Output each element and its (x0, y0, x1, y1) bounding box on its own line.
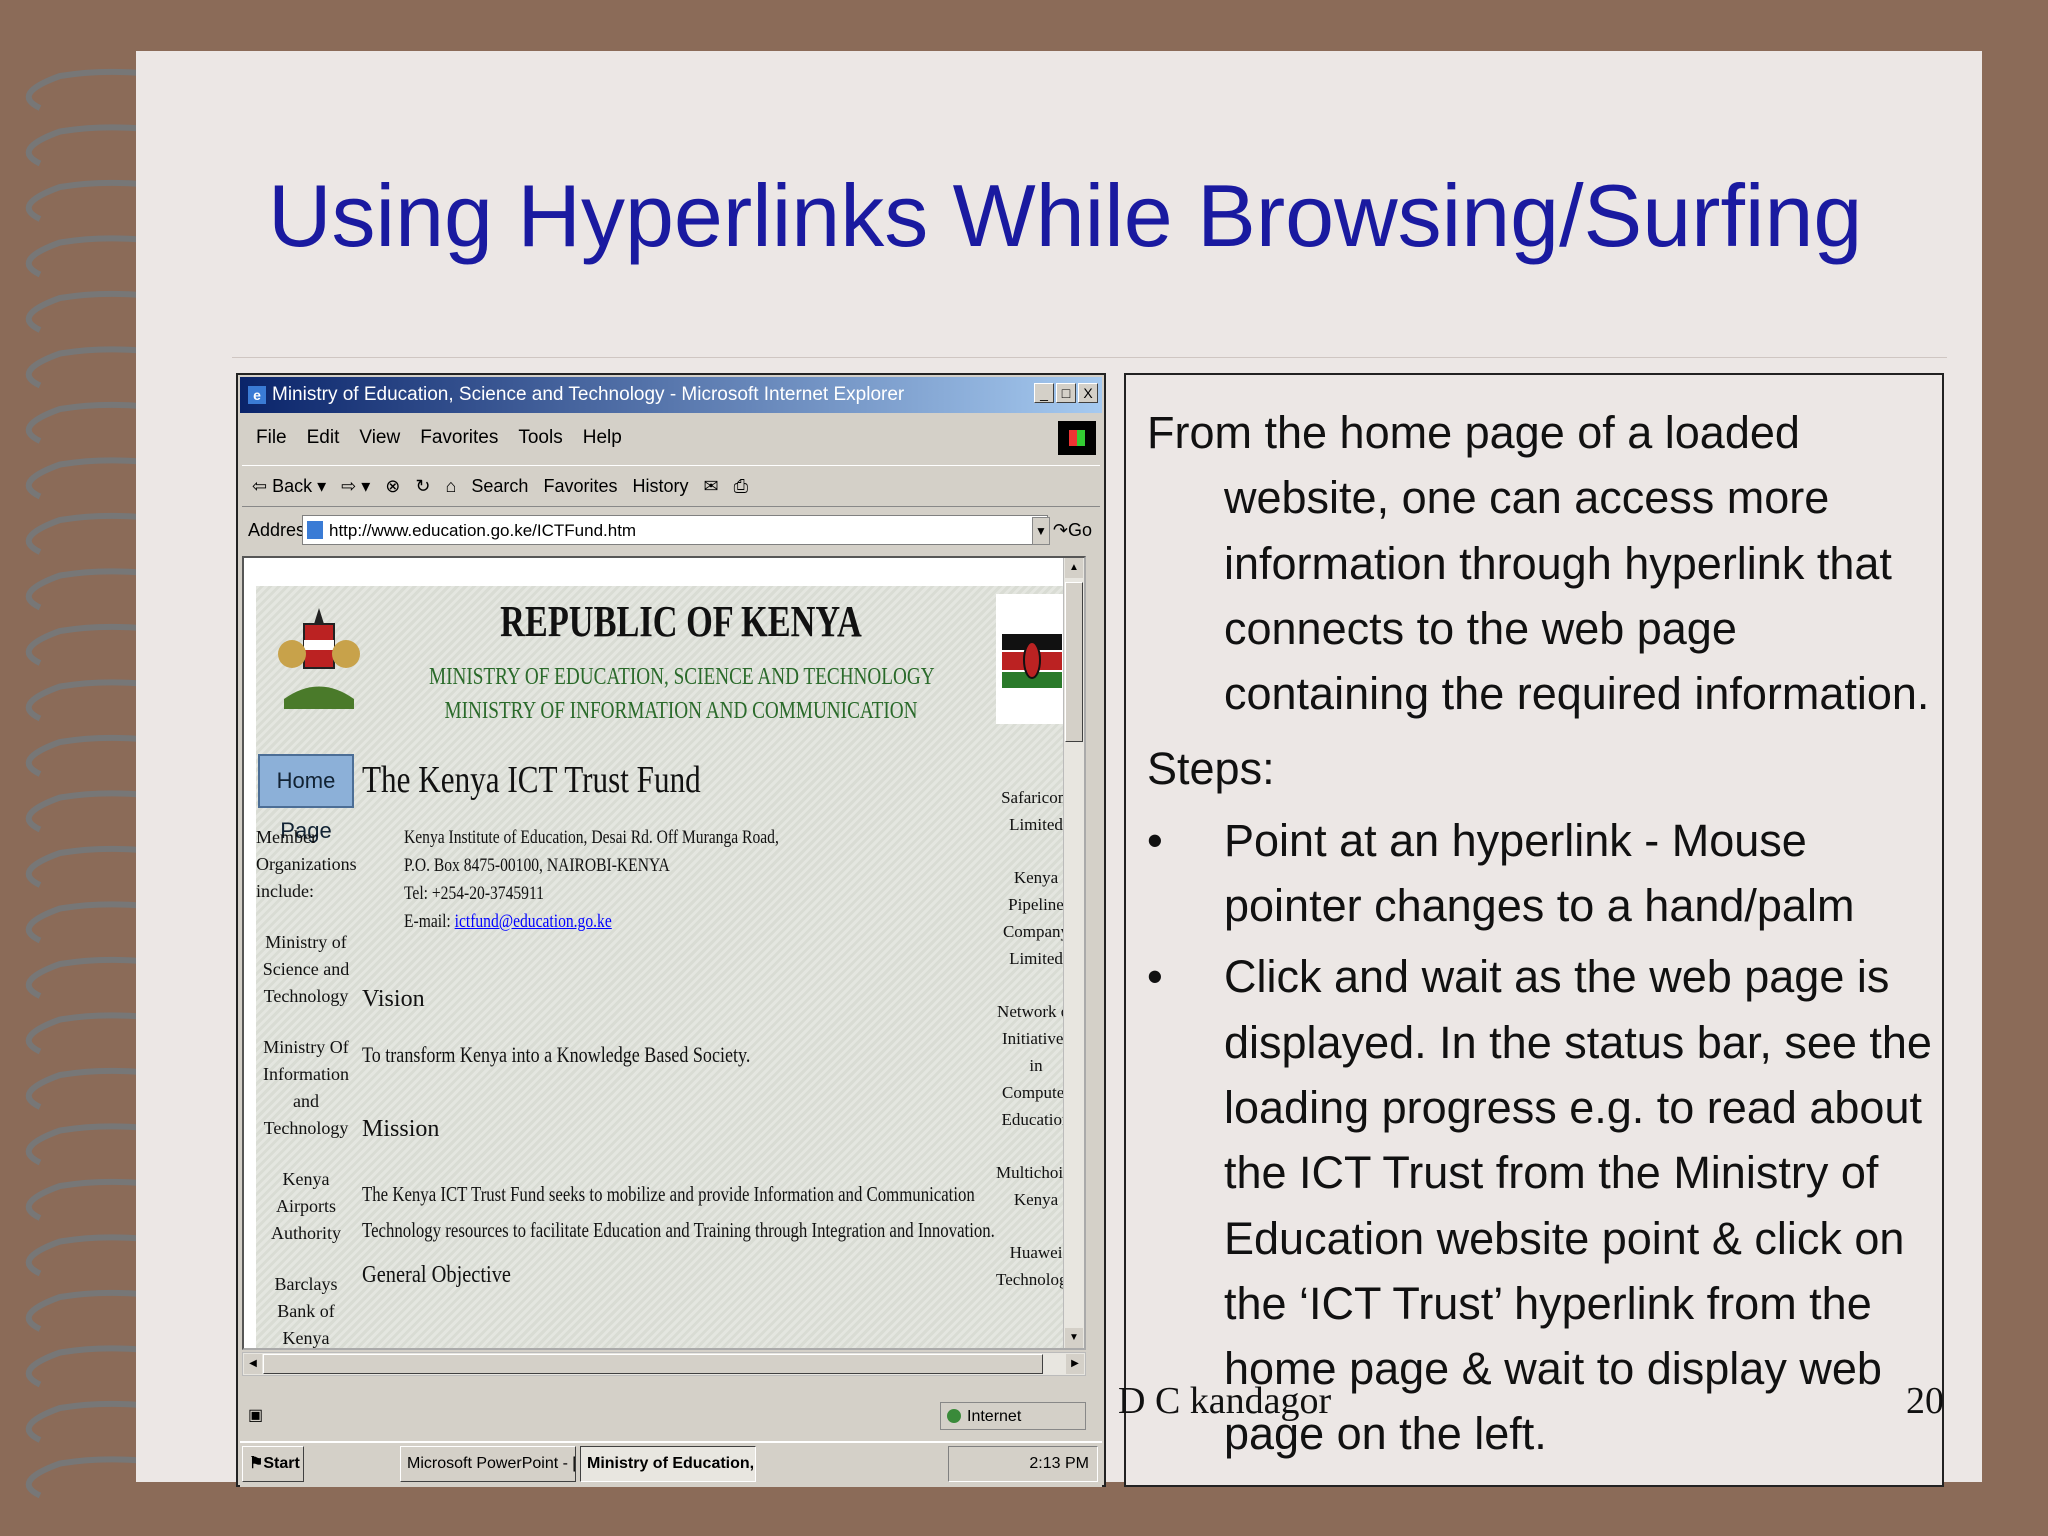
kenya-flag (996, 594, 1068, 724)
window-controls: _ □ X (1034, 383, 1098, 403)
member-link[interactable]: Ministry of Science and Technology (256, 929, 356, 1010)
member-list-left: Member Organizations include: Ministry o… (256, 824, 357, 1348)
toolbar: ⇦ Back ▾ ⇨ ▾ ⊗ ↻ ⌂ Search Favorites Hist… (242, 465, 1100, 507)
address-input[interactable]: http://www.education.go.ke/ICTFund.htm (302, 515, 1048, 545)
address-line: Kenya Institute of Education, Desai Rd. … (404, 827, 779, 848)
go-arrow-icon: ↷ (1052, 520, 1068, 540)
stop-icon[interactable]: ⊗ (385, 476, 400, 496)
scroll-down-icon[interactable]: ▼ (1065, 1328, 1083, 1348)
bullet-text: Point at an hyperlink - Mouse pointer ch… (1224, 814, 1855, 932)
objective-heading: General Objective (362, 1262, 511, 1288)
bullet-symbol: • (1147, 814, 1163, 866)
mission-line: Technology resources to facilitate Educa… (362, 1218, 995, 1242)
member-link[interactable]: Kenya Airports Authority (256, 1166, 356, 1247)
go-label: Go (1067, 520, 1092, 540)
slide-title: Using Hyperlinks While Browsing/Surfing (268, 166, 1863, 265)
address-line: P.O. Box 8475-00100, NAIROBI-KENYA (404, 855, 670, 876)
steps-label: Steps: (1147, 743, 1275, 795)
webpage-body: REPUBLIC OF KENYA MINISTRY OF EDUCATION,… (256, 586, 1080, 1348)
home-page-button[interactable]: Home Page (258, 754, 354, 843)
menu-favorites[interactable]: Favorites (420, 427, 498, 448)
scroll-left-icon[interactable]: ◀ (244, 1354, 262, 1374)
ie-icon: e (248, 385, 266, 404)
start-button[interactable]: ⚑Start (242, 1446, 304, 1482)
scroll-right-icon[interactable]: ▶ (1066, 1354, 1084, 1374)
email-line: E-mail: ictfund@education.go.ke (404, 908, 779, 936)
go-button[interactable]: ↷Go (1053, 509, 1092, 551)
hscroll-thumb[interactable] (263, 1354, 1043, 1374)
ministry-education-line: MINISTRY OF EDUCATION, SCIENCE AND TECHN… (429, 664, 935, 690)
favorites-button[interactable]: Favorites (543, 476, 617, 496)
home-icon[interactable]: ⌂ (446, 476, 457, 496)
menu-tools[interactable]: Tools (518, 427, 562, 448)
mail-icon[interactable]: ✉ (704, 476, 719, 496)
back-button[interactable]: ⇦ Back ▾ (252, 476, 326, 496)
refresh-icon[interactable]: ↻ (415, 476, 430, 496)
print-icon[interactable]: ⎙ (734, 476, 748, 496)
vertical-scrollbar[interactable]: ▲ ▼ (1063, 558, 1084, 1348)
mission-heading: Mission (362, 1116, 440, 1142)
windows-logo-icon (1058, 421, 1096, 455)
vision-text: To transform Kenya into a Knowledge Base… (362, 1042, 751, 1067)
windows-flag-icon: ⚑ (249, 1455, 264, 1472)
bullet-symbol: • (1147, 951, 1163, 1003)
email-label: E-mail: (404, 911, 455, 932)
minimize-button[interactable]: _ (1034, 383, 1054, 403)
search-button[interactable]: Search (471, 476, 528, 496)
windows-taskbar: ⚑Start Microsoft PowerPoint - [se... Min… (240, 1441, 1102, 1487)
menu-bar: File Edit View Favorites Tools Help (242, 419, 1100, 457)
system-tray: 2:13 PM (948, 1446, 1098, 1482)
window-title: Ministry of Education, Science and Techn… (272, 384, 905, 405)
menu-file[interactable]: File (256, 427, 287, 448)
member-intro: Member Organizations include: (256, 827, 357, 901)
scroll-thumb[interactable] (1065, 582, 1083, 742)
horizontal-scrollbar[interactable]: ◀ ▶ (242, 1352, 1086, 1376)
address-line: Tel: +254-20-3745911 (404, 883, 544, 904)
menu-view[interactable]: View (359, 427, 400, 448)
address-bar: Address http://www.education.go.ke/ICTFu… (242, 509, 1100, 551)
clock: 2:13 PM (1029, 1455, 1089, 1472)
scroll-up-icon[interactable]: ▲ (1065, 558, 1083, 578)
intro-paragraph: From the home page of a loaded website, … (1147, 407, 1930, 720)
menu-help[interactable]: Help (583, 427, 622, 448)
page-status-icon: ▣ (248, 1407, 264, 1424)
footer-author: D C kandagor (1118, 1380, 1332, 1422)
security-zone: Internet (940, 1402, 1086, 1430)
maximize-button[interactable]: □ (1056, 383, 1076, 403)
browser-window: e Ministry of Education, Science and Tech… (236, 373, 1106, 1487)
address-dropdown[interactable]: ▼ (1032, 517, 1050, 545)
bullet-item: • Point at an hyperlink - Mouse pointer c… (1147, 808, 1947, 939)
panel-text: From the home page of a loaded website, … (1147, 400, 1947, 1467)
mission-line: The Kenya ICT Trust Fund seeks to mobili… (362, 1182, 975, 1206)
ministry-information-line: MINISTRY OF INFORMATION AND COMMUNICATIO… (444, 698, 918, 724)
title-divider (232, 357, 1947, 358)
taskbar-powerpoint[interactable]: Microsoft PowerPoint - [se... (400, 1446, 576, 1482)
member-link[interactable]: Barclays Bank of Kenya (256, 1271, 356, 1348)
webpage-banner: REPUBLIC OF KENYA MINISTRY OF EDUCATION,… (256, 586, 1068, 746)
member-link[interactable]: Ministry Of Information and Technology (256, 1034, 356, 1142)
taskbar-ie-window[interactable]: Ministry of Education,... (580, 1446, 756, 1482)
close-button[interactable]: X (1078, 383, 1098, 403)
contact-address: Kenya Institute of Education, Desai Rd. … (404, 824, 779, 936)
start-label: Start (263, 1455, 300, 1472)
forward-button[interactable]: ⇨ ▾ (341, 476, 370, 496)
kenya-coat-of-arms (278, 608, 360, 709)
history-button[interactable]: History (633, 476, 689, 496)
mission-text: The Kenya ICT Trust Fund seeks to mobili… (362, 1176, 995, 1248)
window-titlebar: e Ministry of Education, Science and Tech… (240, 377, 1102, 413)
page-number: 20 (1906, 1380, 1944, 1422)
email-link[interactable]: ictfund@education.go.ke (455, 911, 612, 932)
republic-heading: REPUBLIC OF KENYA (500, 597, 862, 646)
page-viewport: REPUBLIC OF KENYA MINISTRY OF EDUCATION,… (242, 556, 1086, 1350)
fund-title: The Kenya ICT Trust Fund (362, 759, 701, 801)
status-bar: ▣ Internet (242, 1399, 1100, 1433)
menu-edit[interactable]: Edit (307, 427, 340, 448)
vision-heading: Vision (362, 986, 425, 1012)
